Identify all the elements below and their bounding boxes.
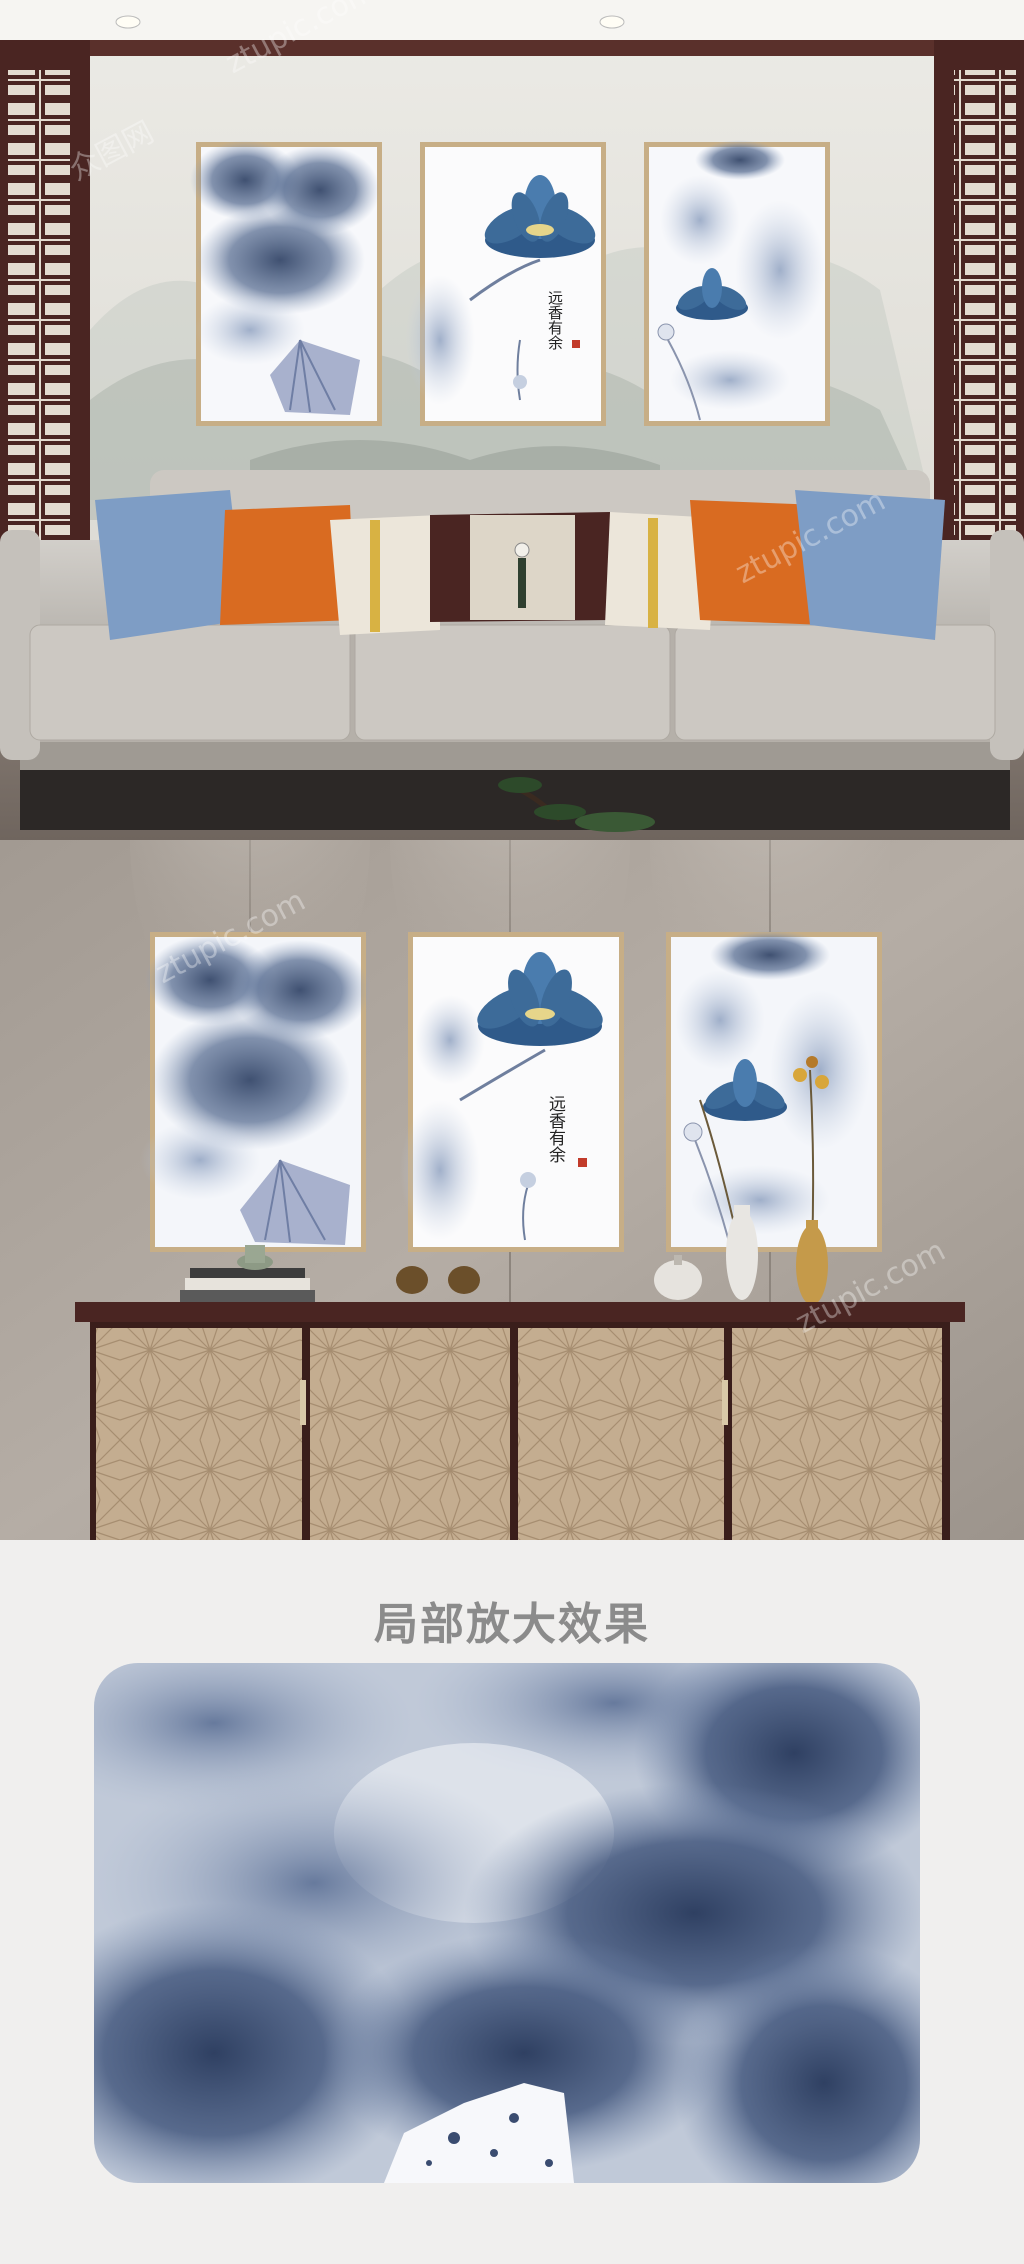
painting-right bbox=[666, 930, 882, 1252]
painting-center: 远香有余 bbox=[405, 142, 606, 426]
sideboard bbox=[75, 1302, 965, 1540]
pillow-blue bbox=[795, 490, 945, 640]
page-root: 远香有余 远香有余 ztupic.com 众图网 ztupic.com ztup… bbox=[0, 0, 1024, 2264]
calligraphy-text: 远香有余 bbox=[545, 1095, 566, 1164]
sideboard-scene: 远香有余 bbox=[0, 840, 1024, 1540]
pillow-cream bbox=[330, 515, 440, 635]
section-heading: 局部放大效果 bbox=[374, 1599, 650, 1650]
painting-left bbox=[190, 140, 382, 426]
living-room-scene: 远香有余 bbox=[0, 0, 1024, 840]
detail-zoom-image bbox=[94, 1663, 920, 2183]
painting-left bbox=[140, 932, 370, 1252]
sofa bbox=[0, 470, 1024, 830]
calligraphy-text: 远香有余 bbox=[546, 290, 564, 351]
painting-center: 远香有余 bbox=[400, 932, 624, 1252]
ceiling-light-icon bbox=[599, 15, 625, 29]
painting-right bbox=[644, 140, 830, 426]
ceiling-light-icon bbox=[115, 15, 141, 29]
